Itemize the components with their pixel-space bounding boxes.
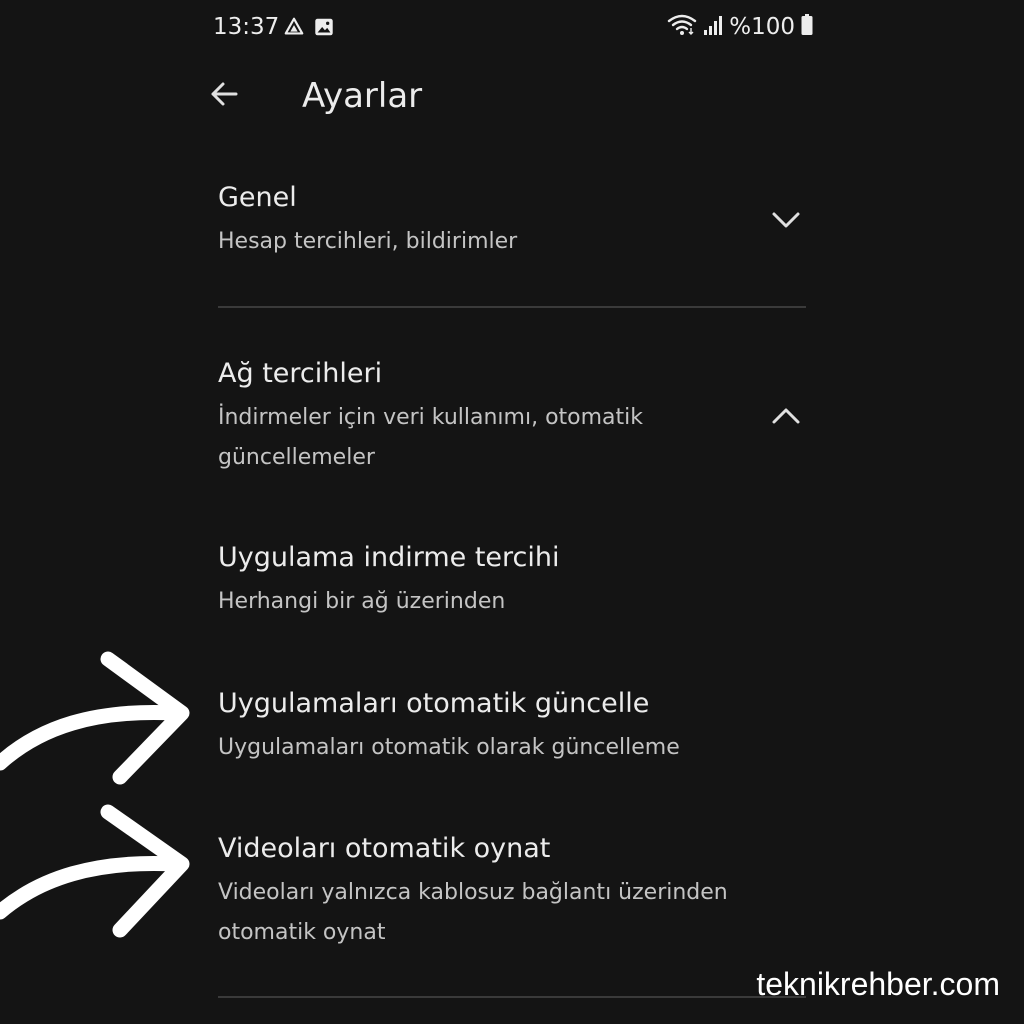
curved-arrow-icon	[0, 800, 200, 960]
setting-subtitle: Hesap tercihleri, bildirimler	[218, 229, 518, 254]
setting-auto-update-apps[interactable]: Uygulamaları otomatik güncelle Uygulamal…	[218, 686, 808, 768]
status-time: 13:37	[213, 14, 280, 40]
status-bar: 13:37 %100	[213, 12, 813, 42]
drive-icon	[283, 16, 305, 42]
setting-subtitle: Videoları yalnızca kablosuz bağlantı üze…	[218, 880, 728, 945]
chevron-up-icon[interactable]	[766, 396, 806, 436]
section-divider	[218, 996, 806, 998]
setting-subtitle: Uygulamaları otomatik olarak güncelleme	[218, 735, 680, 760]
setting-title: Videoları otomatik oynat	[218, 833, 551, 864]
curved-arrow-icon	[0, 645, 200, 805]
back-arrow-icon	[206, 76, 242, 116]
watermark: teknikrehber.com	[756, 966, 1000, 1002]
setting-title: Uygulamaları otomatik güncelle	[218, 688, 650, 719]
setting-title: Genel	[218, 182, 297, 213]
setting-network-preferences[interactable]: Ağ tercihleri İndirmeler için veri kulla…	[218, 356, 808, 478]
setting-app-download-preference[interactable]: Uygulama indirme tercihi Herhangi bir ağ…	[218, 540, 808, 622]
setting-subtitle: İndirmeler için veri kullanımı, otomatik…	[218, 405, 644, 470]
page-title: Ayarlar	[302, 76, 423, 116]
setting-title: Ağ tercihleri	[218, 358, 383, 389]
signal-icon	[703, 14, 723, 40]
status-right: %100	[667, 12, 813, 42]
battery-icon	[801, 14, 813, 40]
section-divider	[218, 306, 806, 308]
status-left-icons	[283, 16, 335, 42]
wifi-icon	[667, 13, 697, 41]
battery-percentage: %100	[729, 14, 795, 40]
setting-title: Uygulama indirme tercihi	[218, 542, 560, 573]
back-button[interactable]	[200, 72, 248, 120]
image-icon	[313, 16, 335, 42]
chevron-down-icon[interactable]	[766, 200, 806, 240]
setting-subtitle: Herhangi bir ağ üzerinden	[218, 589, 506, 614]
setting-general[interactable]: Genel Hesap tercihleri, bildirimler	[218, 180, 808, 262]
setting-autoplay-videos[interactable]: Videoları otomatik oynat Videoları yalnı…	[218, 831, 808, 953]
